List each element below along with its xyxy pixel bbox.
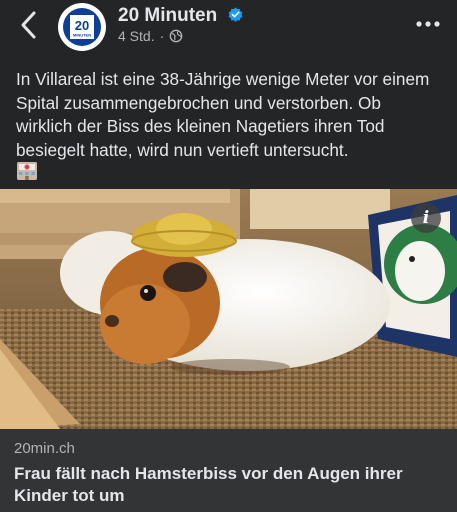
post-header: 20 MINUTEN 20 Minuten 4 Std. ·	[0, 0, 457, 58]
avatar-text: 20	[75, 18, 89, 33]
info-label: i	[422, 208, 430, 228]
avatar-logo: 20 MINUTEN	[63, 8, 101, 46]
verified-badge-icon	[228, 7, 242, 22]
page-name[interactable]: 20 Minuten	[118, 5, 217, 26]
post-text: In Villareal ist eine 38-Jährige wenige …	[16, 69, 430, 160]
link-preview-card[interactable]: 20min.ch Frau fällt nach Hamsterbiss vor…	[0, 429, 457, 512]
more-options-icon[interactable]	[415, 14, 441, 34]
guinea-pig-image	[0, 189, 457, 429]
globe-icon	[169, 29, 183, 43]
logo-mark: 20 MINUTEN	[70, 15, 94, 39]
post-meta: 4 Std. ·	[118, 28, 183, 44]
page-avatar[interactable]: 20 MINUTEN	[58, 3, 106, 51]
post-timestamp[interactable]: 4 Std.	[118, 28, 155, 44]
info-button[interactable]: i	[411, 203, 441, 233]
meta-separator: ·	[159, 28, 165, 44]
link-headline: Frau fällt nach Hamsterbiss vor den Auge…	[14, 464, 403, 505]
back-chevron-icon[interactable]	[14, 8, 44, 42]
page-name-row: 20 Minuten	[118, 5, 244, 27]
avatar-subtext: MINUTEN	[73, 33, 91, 38]
hospital-emoji-icon	[17, 162, 37, 180]
link-domain: 20min.ch	[14, 440, 75, 457]
article-photo[interactable]: i	[0, 189, 457, 429]
